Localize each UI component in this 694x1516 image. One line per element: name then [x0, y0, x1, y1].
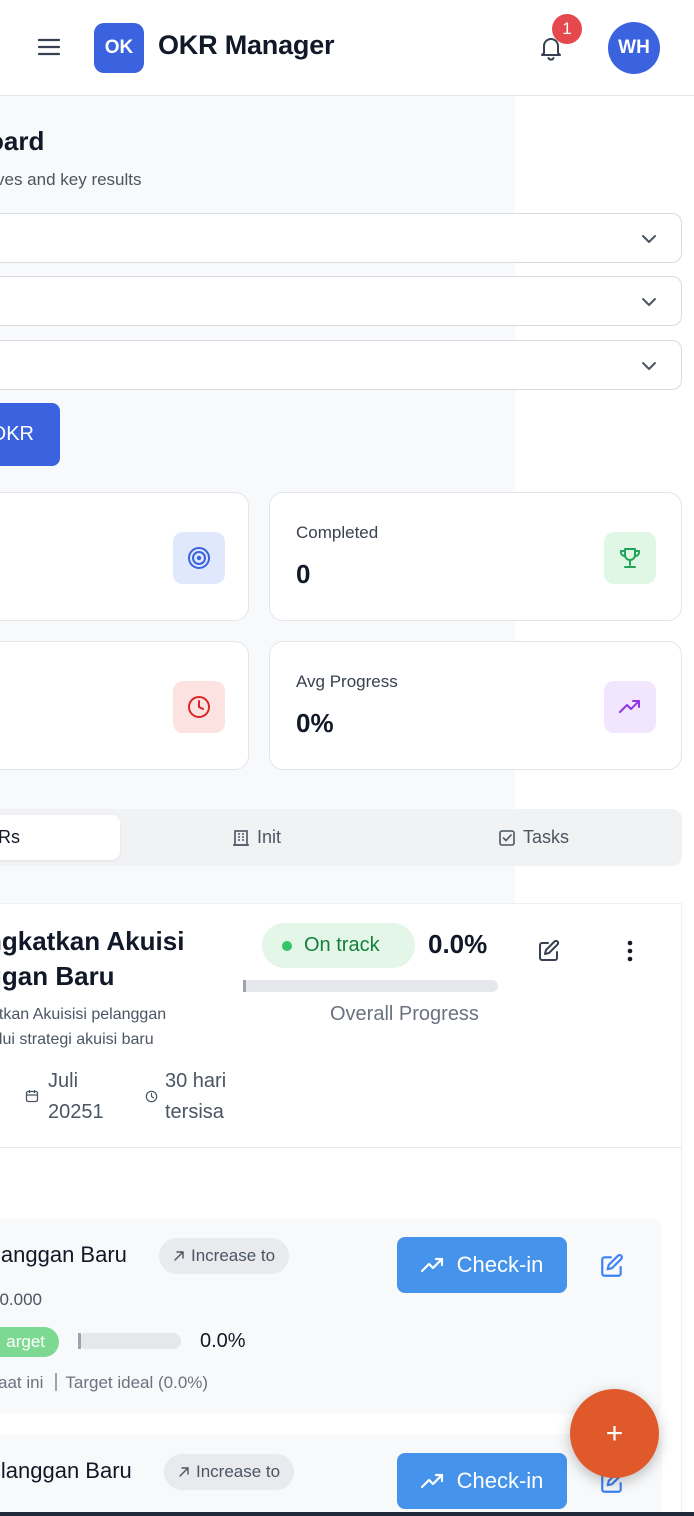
menu-icon[interactable] [38, 36, 60, 58]
kr-target-value: 00.000 [0, 1290, 42, 1309]
okr-period: Juli 20251 [48, 1066, 104, 1128]
okr-desc-line: alui strategi akuisi baru [0, 1031, 154, 1048]
notification-badge: 1 [552, 14, 582, 44]
okr-progress-fill [243, 980, 246, 992]
edit-icon[interactable] [599, 1253, 625, 1279]
stat-value: 0 [296, 559, 311, 589]
okr-title-line: ggan Baru [0, 961, 115, 991]
user-avatar[interactable]: WH [608, 22, 660, 74]
tab-initiatives[interactable]: Init [232, 827, 281, 848]
okr-remaining: 30 hari tersisa [165, 1066, 226, 1128]
kr-progress-bar [78, 1333, 181, 1349]
card-divider [0, 1147, 682, 1148]
arrow-up-right-icon [174, 1251, 184, 1261]
stat-card-avg-progress: Avg Progress 0% [269, 641, 682, 770]
calendar-icon [25, 1090, 39, 1103]
trending-up-icon [420, 1257, 443, 1273]
edit-icon[interactable] [537, 939, 561, 963]
okr-description: atkan Akuisisi pelanggan alui strategi a… [0, 1002, 230, 1052]
okr-title-line: ngkatkan Akuisi [0, 926, 185, 956]
app-viewport: OK OKR Manager 1 WH oard ves and key res… [0, 0, 694, 1512]
check-in-label: Check-in [456, 1468, 544, 1493]
tab-okrs-label: Rs [0, 827, 20, 848]
legend-ideal: Target ideal (0.0%) [65, 1373, 209, 1392]
stat-label: Avg Progress [296, 672, 398, 691]
okr-title: ngkatkan Akuisi ggan Baru [0, 924, 236, 994]
check-square-icon [499, 829, 515, 846]
clock-icon [173, 681, 225, 733]
tab-label-text: Tasks [523, 827, 570, 847]
kr-title: llanggan Baru [0, 1458, 132, 1483]
kr-status-badge: arget [0, 1327, 59, 1357]
kr-type-tag: Increase to [159, 1238, 290, 1274]
okr-progress-percent: 0.0% [428, 929, 488, 959]
trophy-icon [604, 532, 656, 584]
clock-icon [145, 1090, 158, 1103]
kr-tag-text: Increase to [191, 1246, 276, 1265]
app-title: OKR Manager [158, 30, 335, 60]
page-title: oard [0, 126, 45, 156]
okr-progress-bar [243, 980, 498, 992]
screen-bottom-edge [0, 1512, 694, 1516]
target-icon [173, 532, 225, 584]
filter-select-1[interactable] [0, 213, 682, 263]
legend-divider [55, 1373, 58, 1391]
status-text: On track [304, 934, 380, 956]
more-vertical-icon[interactable] [621, 938, 639, 964]
stat-card-at-risk [0, 641, 249, 770]
kr-title: langgan Baru [0, 1242, 127, 1267]
create-okr-button[interactable]: OKR [0, 403, 60, 466]
okr-desc-line: atkan Akuisisi pelanggan [0, 1006, 167, 1023]
kr-progress-fill [78, 1333, 81, 1349]
okr-period-line: Juli [48, 1070, 79, 1092]
okr-remaining-line: tersisa [165, 1101, 224, 1123]
tab-label-text: Rs [0, 827, 20, 847]
kr-type-tag: Increase to [164, 1454, 295, 1490]
check-in-label: Check-in [456, 1252, 544, 1277]
stat-value: 0% [296, 708, 334, 738]
stat-card-completed: Completed 0 [269, 492, 682, 621]
page-subtitle: ves and key results [0, 170, 142, 189]
check-in-button[interactable]: Check-in [397, 1453, 567, 1509]
okr-remaining-line: 30 hari [165, 1070, 227, 1092]
status-badge: On track [262, 923, 415, 968]
stat-card-total [0, 492, 249, 621]
app-logo: OK [94, 23, 144, 73]
legend-current: aat ini [0, 1373, 44, 1392]
filter-select-3[interactable] [0, 340, 682, 390]
kr-progress-legend: aat ini Target ideal (0.0%) [0, 1373, 208, 1393]
tab-tasks[interactable]: Tasks [498, 827, 569, 848]
stat-label: Completed [296, 523, 379, 542]
trending-up-icon [604, 681, 656, 733]
chevron-down-icon [642, 235, 656, 243]
filter-select-2[interactable] [0, 276, 682, 326]
check-in-button[interactable]: Check-in [397, 1237, 567, 1293]
status-dot [282, 940, 292, 951]
chevron-down-icon [642, 362, 656, 370]
kr-tag-text: Increase to [196, 1462, 281, 1481]
okr-period-line: 20251 [48, 1101, 104, 1123]
top-header: OK OKR Manager 1 WH [0, 0, 694, 96]
chevron-down-icon [642, 298, 656, 306]
building-icon [233, 829, 249, 846]
trending-up-icon [420, 1473, 443, 1489]
overall-progress-label: Overall Progress [330, 1003, 479, 1025]
kr-progress-percent: 0.0% [200, 1330, 246, 1352]
arrow-up-right-icon [179, 1467, 189, 1477]
tab-label-text: Init [257, 827, 282, 847]
add-fab-button[interactable]: + [570, 1389, 659, 1478]
